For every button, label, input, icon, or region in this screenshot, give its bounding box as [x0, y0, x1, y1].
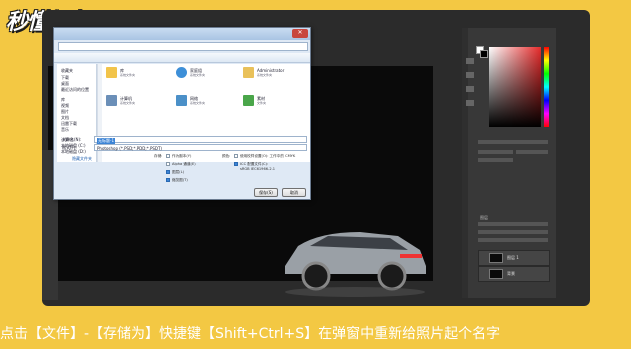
- save-as-dialog: ✕ 收藏夹 下载 桌面 最近访问的位置 库 视频 图片 文档 迅雷下载 音乐 计…: [53, 27, 311, 200]
- layers-panel-title[interactable]: 图层: [480, 215, 488, 221]
- save-options: 存储: 作为副本(Y) Alpha 通道(E) 图层(L) 颜色: 使用校样设置…: [54, 153, 310, 175]
- nav-item[interactable]: 音乐: [61, 127, 69, 133]
- color-picker-field[interactable]: [489, 47, 541, 127]
- panel-icon[interactable]: [466, 100, 474, 106]
- layer-thumbnail: [489, 253, 503, 263]
- dialog-toolbar: [54, 53, 310, 63]
- layer-thumbnail: [489, 269, 503, 279]
- panel-icon[interactable]: [466, 86, 474, 92]
- option-label: 使用校样设置(O): 工作中的 CMYK: [240, 154, 296, 158]
- folder-icon: [243, 95, 254, 106]
- panel-control[interactable]: [478, 150, 513, 154]
- storage-label: 存储:: [154, 154, 163, 158]
- file-type: 文件夹: [257, 101, 267, 105]
- background-color-swatch[interactable]: [480, 50, 488, 58]
- hide-folders-link[interactable]: 隐藏文件夹: [72, 156, 92, 162]
- layer-name: 背景: [507, 271, 515, 276]
- format-value: Photoshop (*.PSD;*.PDD;*.PSDT): [97, 146, 162, 151]
- user-folder-icon: [243, 67, 254, 78]
- color-label: 颜色:: [222, 154, 231, 158]
- filename-input[interactable]: 无标题-1: [94, 136, 307, 144]
- format-select[interactable]: Photoshop (*.PSD;*.PDD;*.PSDT): [94, 144, 307, 151]
- panel-control[interactable]: [478, 222, 548, 226]
- format-label: 格式(F):: [62, 145, 77, 150]
- file-item[interactable]: 网络 系统文件夹: [176, 95, 241, 109]
- option-label: Alpha 通道(E): [172, 162, 196, 166]
- computer-icon: [106, 95, 117, 106]
- homegroup-icon: [176, 67, 187, 78]
- car-image: [285, 232, 426, 297]
- thumbnail-checkbox[interactable]: [166, 178, 170, 182]
- as-copy-checkbox[interactable]: [166, 154, 170, 158]
- option-label: sRGB IEC61966-2.1: [240, 167, 276, 171]
- option-label: 图层(L): [172, 170, 184, 174]
- alpha-checkbox[interactable]: [166, 162, 170, 166]
- cancel-button[interactable]: 取消: [282, 188, 306, 197]
- close-icon[interactable]: ✕: [292, 29, 308, 38]
- layers-checkbox[interactable]: [166, 170, 170, 174]
- caption-text: 点击【文件】-【存储为】快捷键【Shift+Ctrl+S】在弹窗中重新给照片起个…: [0, 326, 501, 342]
- filename-label: 文件名(N):: [62, 137, 82, 142]
- panel-control[interactable]: [478, 140, 548, 144]
- option-label: 作为副本(Y): [172, 154, 192, 158]
- file-type: 系统文件夹: [190, 101, 206, 105]
- dialog-titlebar[interactable]: ✕: [54, 28, 310, 40]
- file-type: 系统文件夹: [120, 73, 136, 77]
- file-item[interactable]: 计算机 系统文件夹: [106, 95, 171, 109]
- panel-control[interactable]: [478, 230, 548, 234]
- file-type: 系统文件夹: [257, 73, 273, 77]
- file-item[interactable]: 库 系统文件夹: [106, 67, 171, 81]
- file-type: 系统文件夹: [120, 101, 136, 105]
- layer-name: 图层 1: [507, 255, 519, 260]
- nav-item[interactable]: 最近访问的位置: [61, 87, 89, 93]
- file-item[interactable]: Administrator 系统文件夹: [243, 67, 308, 81]
- icc-profile-checkbox[interactable]: [234, 162, 238, 166]
- panel-control[interactable]: [478, 158, 513, 162]
- layer-row[interactable]: 图层 1: [478, 250, 550, 266]
- option-label: 缩览图(T): [172, 178, 188, 182]
- proof-setup-checkbox[interactable]: [234, 154, 238, 158]
- file-item[interactable]: 素材 文件夹: [243, 95, 308, 109]
- hue-slider[interactable]: [544, 47, 549, 127]
- save-button[interactable]: 保存(S): [254, 188, 278, 197]
- panel-icon[interactable]: [466, 58, 474, 64]
- network-icon: [176, 95, 187, 106]
- panel-control[interactable]: [516, 150, 548, 154]
- layer-row[interactable]: 背景: [478, 266, 550, 282]
- panel-icon[interactable]: [466, 72, 474, 78]
- file-type: 系统文件夹: [190, 73, 206, 77]
- address-bar[interactable]: [58, 42, 308, 51]
- panel-control[interactable]: [478, 238, 548, 242]
- library-icon: [106, 67, 117, 78]
- nav-item[interactable]: 收藏夹: [61, 68, 73, 74]
- file-item[interactable]: 家庭组 系统文件夹: [176, 67, 241, 81]
